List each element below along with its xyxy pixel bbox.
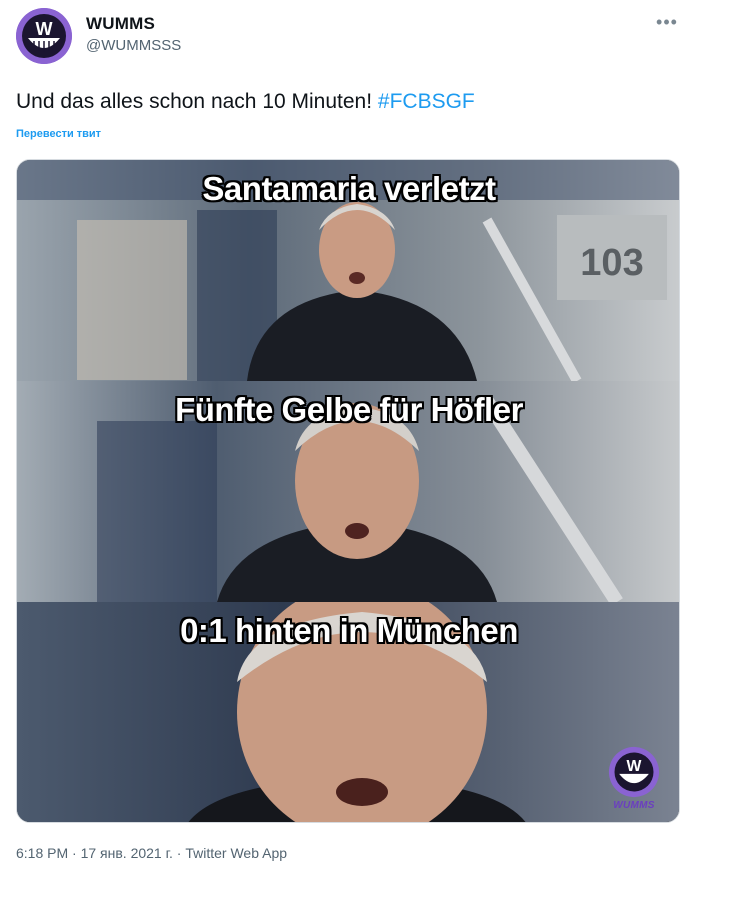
wumms-logo-icon: W — [16, 8, 72, 64]
wumms-watermark-icon: W — [608, 746, 660, 798]
tweet-media[interactable]: 103 Santamaria verletzt Fünfte Gelbe für… — [16, 159, 680, 823]
meme-caption-2: Fünfte Gelbe für Höfler — [175, 391, 523, 428]
translate-tweet-link[interactable]: Перевести твит — [16, 128, 101, 140]
tweet-body: Und das alles schon nach 10 Minuten! — [16, 90, 378, 113]
tweet-timestamp[interactable]: 6:18 PM · 17 янв. 2021 г. · Twitter Web … — [16, 845, 287, 861]
stadium-sign: 103 — [580, 242, 643, 284]
tweet-text: Und das alles schon nach 10 Minuten! #FC… — [16, 88, 475, 116]
svg-text:W: W — [627, 758, 642, 775]
display-name[interactable]: WUMMS — [86, 14, 155, 34]
wumms-watermark: W WUMMS — [605, 746, 663, 816]
watermark-label: WUMMS — [613, 800, 655, 811]
avatar[interactable]: W — [16, 8, 72, 64]
svg-text:W: W — [36, 19, 53, 39]
account-handle[interactable]: @WUMMSSS — [86, 37, 181, 54]
more-dots-icon[interactable]: ••• — [652, 12, 682, 32]
meme-panel-1: 103 Santamaria verletzt — [17, 160, 679, 381]
meme-caption-1: Santamaria verletzt — [202, 170, 496, 207]
meme-caption-3: 0:1 hinten in München — [180, 612, 518, 649]
meme-panel-3: 0:1 hinten in München — [17, 602, 679, 822]
hashtag-link[interactable]: #FCBSGF — [378, 90, 475, 113]
meme-panel-2: Fünfte Gelbe für Höfler — [17, 381, 679, 602]
tweet: W WUMMS @WUMMSSS ••• Und das alles schon… — [0, 0, 730, 919]
